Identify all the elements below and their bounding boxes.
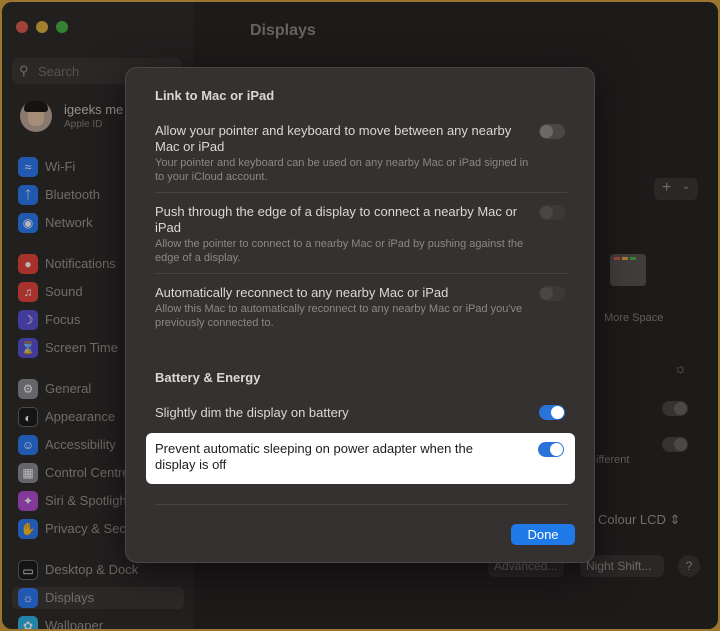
setting-row-auto-reconnect: Automatically reconnect to any nearby Ma… — [155, 285, 535, 330]
setting-subtitle: Allow the pointer to connect to a nearby… — [155, 238, 524, 264]
setting-row-push-through: Push through the edge of a display to co… — [155, 204, 535, 265]
setting-title: Automatically reconnect to any nearby Ma… — [155, 285, 449, 300]
push-through-toggle[interactable] — [539, 205, 565, 220]
prevent-sleep-label: Prevent automatic sleeping on power adap… — [155, 441, 473, 472]
divider — [155, 273, 567, 274]
battery-section-title: Battery & Energy — [155, 370, 261, 385]
setting-title: Slightly dim the display on battery — [155, 405, 349, 420]
divider — [155, 192, 567, 193]
link-section-title: Link to Mac or iPad — [155, 88, 275, 103]
auto-reconnect-toggle[interactable] — [539, 286, 565, 301]
setting-row-prevent-sleep: Prevent automatic sleeping on power adap… — [146, 433, 575, 484]
setting-title: Push through the edge of a display to co… — [155, 204, 518, 235]
setting-title: Allow your pointer and keyboard to move … — [155, 123, 512, 154]
setting-row-pointer-keyboard: Allow your pointer and keyboard to move … — [155, 123, 535, 184]
pointer-keyboard-toggle[interactable] — [539, 124, 565, 139]
divider — [155, 504, 567, 505]
dim-display-toggle[interactable] — [539, 405, 565, 420]
done-button[interactable]: Done — [511, 524, 575, 545]
link-options-sheet: Link to Mac or iPad Allow your pointer a… — [125, 67, 595, 563]
setting-row-dim-display: Slightly dim the display on battery — [155, 405, 545, 421]
prevent-sleep-toggle[interactable] — [538, 442, 564, 457]
setting-subtitle: Allow this Mac to automatically reconnec… — [155, 303, 523, 329]
setting-subtitle: Your pointer and keyboard can be used on… — [155, 157, 529, 183]
